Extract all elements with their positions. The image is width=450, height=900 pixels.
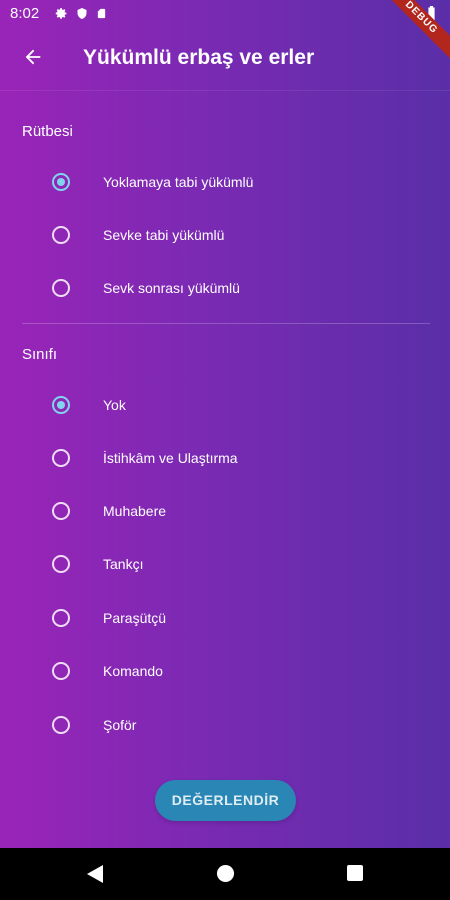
shield-icon <box>76 7 88 25</box>
status-bar: 8:02 DEBUG <box>0 0 450 63</box>
radio-label: Sevk sonrası yükümlü <box>103 280 240 296</box>
radio-label: Komando <box>103 663 163 679</box>
page-title: Yükümlü erbaş ve erler <box>83 46 315 69</box>
radio-label: Şoför <box>103 717 137 733</box>
section-divider <box>22 323 430 324</box>
radio-button[interactable] <box>52 716 70 734</box>
radio-label: Muhabere <box>103 503 167 519</box>
radio-label: Sevke tabi yükümlü <box>103 227 225 243</box>
class-option-yok[interactable]: Yok <box>40 383 420 427</box>
settings-icon <box>55 7 68 25</box>
back-button[interactable] <box>18 44 48 74</box>
navigation-bar <box>0 848 450 900</box>
rank-option-yoklamaya[interactable]: Yoklamaya tabi yükümlü <box>40 160 420 204</box>
rank-option-sevke-tabi[interactable]: Sevke tabi yükümlü <box>40 213 420 257</box>
radio-label: İstihkâm ve Ulaştırma <box>103 450 238 466</box>
radio-button[interactable] <box>52 449 70 467</box>
evaluate-button[interactable]: DEĞERLENDİR <box>155 780 296 821</box>
class-option-tankci[interactable]: Tankçı <box>40 542 420 586</box>
radio-button[interactable] <box>52 502 70 520</box>
nav-back-icon[interactable] <box>86 864 104 889</box>
radio-label: Paraşütçü <box>103 610 167 626</box>
class-option-parasutcu[interactable]: Paraşütçü <box>40 596 420 640</box>
radio-button-selected[interactable] <box>52 173 70 191</box>
radio-button[interactable] <box>52 609 70 627</box>
radio-label: Yoklamaya tabi yükümlü <box>103 174 254 190</box>
app-bar: Yükümlü erbaş ve erler <box>0 28 450 91</box>
nav-home-icon[interactable] <box>216 864 235 888</box>
sd-card-icon <box>96 7 107 25</box>
status-left-icons <box>55 7 107 25</box>
class-option-sofor[interactable]: Şoför <box>40 703 420 747</box>
radio-button[interactable] <box>52 226 70 244</box>
nav-recents-icon[interactable] <box>346 864 364 887</box>
status-time: 8:02 <box>10 5 40 22</box>
arrow-back-icon <box>22 46 44 73</box>
class-option-komando[interactable]: Komando <box>40 649 420 693</box>
radio-button[interactable] <box>52 279 70 297</box>
screen: 8:02 DEBUG Yükümlü erbaş ve erler Rütbes… <box>0 0 450 900</box>
radio-label: Tankçı <box>103 556 144 572</box>
class-option-istihkam[interactable]: İstihkâm ve Ulaştırma <box>40 436 420 480</box>
rank-section-title: Rütbesi <box>22 123 73 140</box>
class-option-muhabere[interactable]: Muhabere <box>40 489 420 533</box>
radio-button[interactable] <box>52 662 70 680</box>
class-section-title: Sınıfı <box>22 346 58 363</box>
rank-option-sevk-sonrasi[interactable]: Sevk sonrası yükümlü <box>40 266 420 310</box>
radio-label: Yok <box>103 397 126 413</box>
radio-button[interactable] <box>52 555 70 573</box>
radio-button-selected[interactable] <box>52 396 70 414</box>
